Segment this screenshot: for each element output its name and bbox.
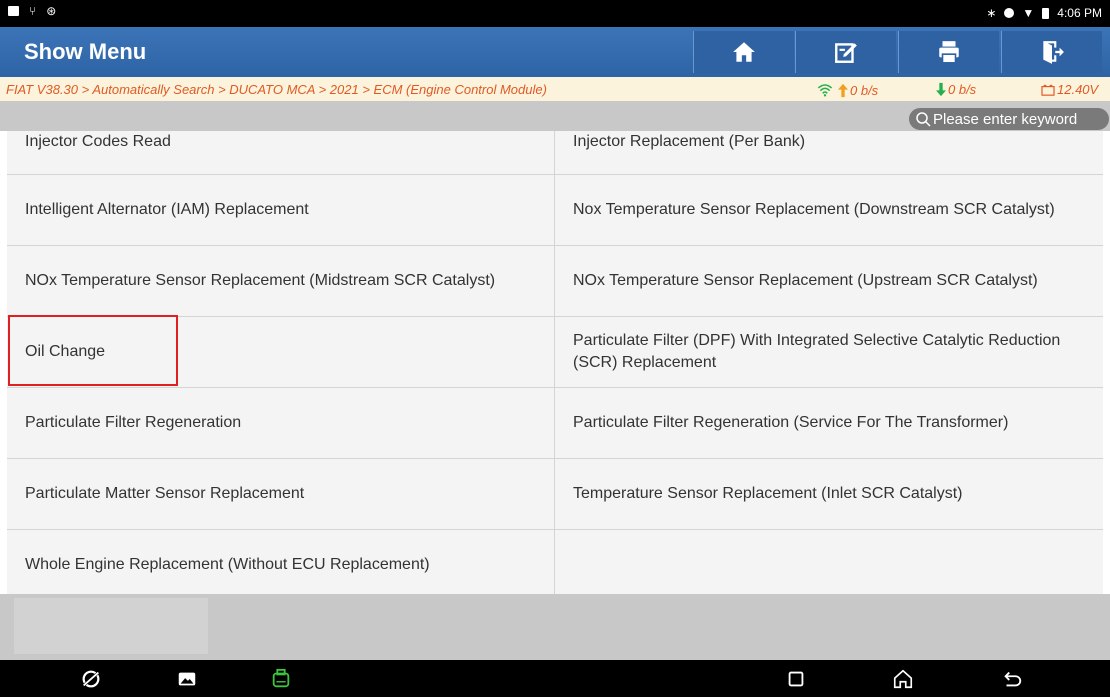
print-button[interactable]	[898, 31, 999, 73]
menu-row: Particulate Matter Sensor Replacement Tem…	[7, 459, 1103, 530]
page-title: Show Menu	[24, 39, 147, 64]
menu-item[interactable]: Injector Replacement (Per Bank)	[555, 131, 1103, 174]
recents-icon	[788, 671, 804, 687]
menu-item[interactable]: Whole Engine Replacement (Without ECU Re…	[7, 530, 555, 600]
menu-item-label: Particulate Matter Sensor Replacement	[25, 485, 305, 502]
menu-item[interactable]: NOx Temperature Sensor Replacement (Upst…	[555, 246, 1103, 316]
menu-item[interactable]: Nox Temperature Sensor Replacement (Down…	[555, 175, 1103, 245]
menu-item[interactable]: Particulate Filter Regeneration	[7, 388, 555, 458]
search-input[interactable]	[933, 110, 1109, 128]
print-icon	[939, 41, 959, 64]
menu-item-label: Nox Temperature Sensor Replacement (Down…	[573, 201, 1055, 218]
exit-button[interactable]	[1001, 31, 1102, 73]
bluetooth-icon: ∗	[986, 6, 997, 20]
search-band	[0, 101, 1110, 131]
menu-item-label: Whole Engine Replacement (Without ECU Re…	[25, 556, 430, 573]
menu-grid: Injector Codes Read Injector Replacement …	[7, 131, 1103, 601]
wifi-signal-icon	[817, 84, 833, 97]
menu-item[interactable]: Intelligent Alternator (IAM) Replacement	[7, 175, 555, 245]
menu-row: NOx Temperature Sensor Replacement (Mids…	[7, 246, 1103, 317]
menu-item-label: Intelligent Alternator (IAM) Replacement	[25, 201, 309, 218]
menu-item[interactable]: Oil Change	[7, 317, 555, 387]
menu-item[interactable]: NOx Temperature Sensor Replacement (Mids…	[7, 246, 555, 316]
voltage-status: 12.40V	[1041, 82, 1098, 97]
back-icon	[1004, 671, 1022, 687]
menu-item-label: Temperature Sensor Replacement (Inlet SC…	[573, 485, 963, 502]
download-status: 0 b/s	[936, 82, 976, 97]
menu-item-label: NOx Temperature Sensor Replacement (Mids…	[25, 272, 496, 289]
status-bar: ⑂ ⊛ ∗ ▼ 4:06 PM	[0, 0, 1110, 27]
edit-button[interactable]	[795, 31, 896, 73]
settings-icon: ⊛	[46, 4, 57, 18]
menu-item[interactable]: Particulate Filter Regeneration (Service…	[555, 388, 1103, 458]
home-icon	[733, 42, 755, 62]
vci-button[interactable]	[268, 666, 294, 692]
status-time: 4:06 PM	[1057, 6, 1102, 20]
circle-icon	[1004, 8, 1015, 18]
title-bar: Show Menu	[0, 27, 1110, 77]
gallery-icon	[178, 672, 196, 686]
search-icon	[916, 112, 931, 127]
gallery-button[interactable]	[174, 666, 200, 692]
menu-row: Whole Engine Replacement (Without ECU Re…	[7, 530, 1103, 601]
menu-item[interactable]: Temperature Sensor Replacement (Inlet SC…	[555, 459, 1103, 529]
menu-row: Intelligent Alternator (IAM) Replacement…	[7, 175, 1103, 246]
battery-voltage-icon	[1041, 84, 1055, 96]
download-arrow-icon	[936, 82, 946, 97]
home-button[interactable]	[693, 31, 794, 73]
menu-item-label: Particulate Filter Regeneration	[25, 414, 242, 431]
recents-button[interactable]	[783, 666, 809, 692]
footer-panel	[14, 598, 208, 654]
exit-icon	[1043, 41, 1064, 64]
download-rate: 0 b/s	[948, 82, 977, 97]
wifi-icon: ▼	[1022, 6, 1035, 20]
voltage-value: 12.40V	[1057, 82, 1099, 97]
upload-rate: 0 b/s	[850, 82, 879, 98]
breadcrumb-bar: FIAT V38.30 > Automatically Search > DUC…	[0, 77, 1110, 101]
image-icon	[8, 6, 19, 16]
menu-item-label: Injector Replacement (Per Bank)	[573, 133, 806, 150]
breadcrumb: FIAT V38.30 > Automatically Search > DUC…	[6, 82, 547, 97]
menu-item-label: Particulate Filter Regeneration (Service…	[573, 414, 1009, 431]
usb-icon: ⑂	[29, 4, 37, 18]
upload-arrow-icon	[838, 83, 848, 97]
edit-icon	[835, 43, 857, 63]
menu-row: Particulate Filter Regeneration Particula…	[7, 388, 1103, 459]
upload-status: 0 b/s	[814, 82, 878, 98]
browser-button[interactable]	[78, 666, 104, 692]
menu-item-label: Oil Change	[25, 343, 106, 360]
home-nav-button[interactable]	[890, 666, 916, 692]
browser-icon	[81, 670, 101, 688]
menu-row: Oil Change Particulate Filter (DPF) With …	[7, 317, 1103, 388]
battery-icon	[1042, 7, 1050, 19]
menu-item[interactable]: Particulate Filter (DPF) With Integrated…	[555, 317, 1103, 387]
menu-item-label: Injector Codes Read	[25, 133, 171, 150]
menu-item-label: NOx Temperature Sensor Replacement (Upst…	[573, 272, 1038, 289]
home-nav-icon	[893, 669, 913, 689]
menu-item[interactable]: Injector Codes Read	[7, 131, 555, 174]
vci-icon	[272, 668, 290, 688]
menu-row: Injector Codes Read Injector Replacement …	[7, 131, 1103, 175]
menu-item[interactable]: Particulate Matter Sensor Replacement	[7, 459, 555, 529]
footer-area	[0, 594, 1110, 660]
back-button[interactable]	[999, 666, 1025, 692]
menu-item-empty	[555, 530, 1103, 600]
menu-item-label: Particulate Filter (DPF) With Integrated…	[573, 332, 1061, 371]
nav-bar	[0, 660, 1110, 697]
search-box[interactable]	[909, 108, 1109, 130]
